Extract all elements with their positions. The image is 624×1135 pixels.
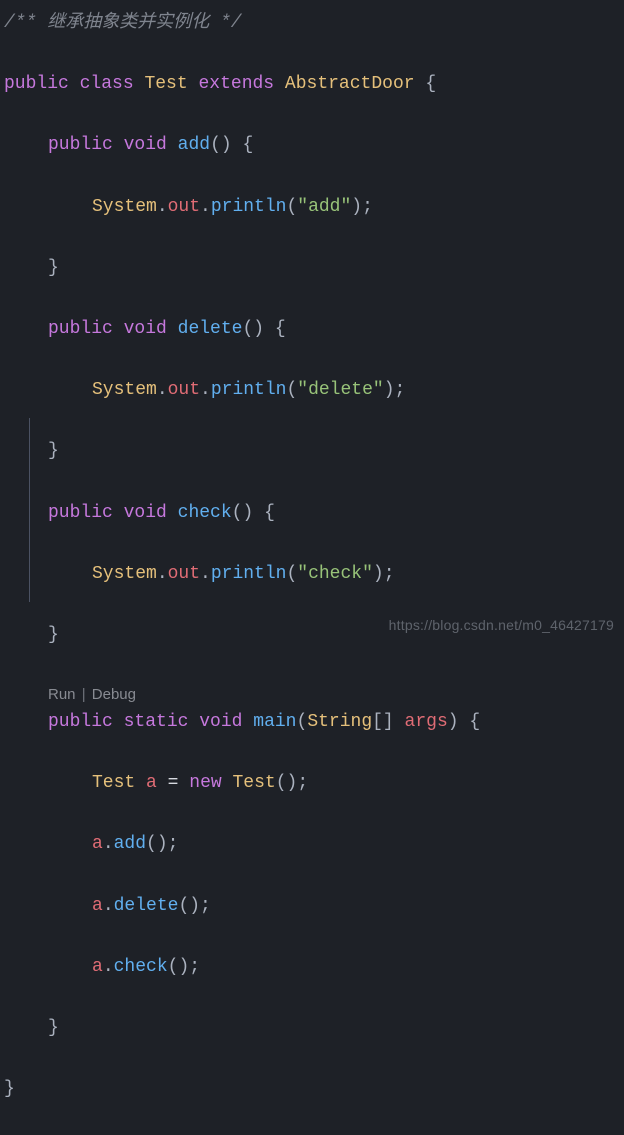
brace: { bbox=[264, 503, 275, 523]
dot: . bbox=[157, 380, 168, 400]
type-test: Test bbox=[92, 773, 135, 793]
semicolon: ; bbox=[384, 564, 395, 584]
brace: { bbox=[242, 135, 253, 155]
watermark-text: https://blog.csdn.net/m0_46427179 bbox=[389, 614, 614, 638]
parens: () bbox=[178, 896, 200, 916]
kw-new: new bbox=[189, 773, 221, 793]
string-literal: "add" bbox=[297, 197, 351, 217]
kw-extends: extends bbox=[198, 74, 274, 94]
codelens-debug[interactable]: Debug bbox=[92, 686, 136, 703]
method-check: check bbox=[178, 503, 232, 523]
method-println: println bbox=[211, 564, 287, 584]
kw-public: public bbox=[48, 712, 113, 732]
method-main: main bbox=[253, 712, 296, 732]
kw-void: void bbox=[124, 319, 167, 339]
dot: . bbox=[103, 957, 114, 977]
ident-system: System bbox=[92, 564, 157, 584]
brace: { bbox=[425, 74, 436, 94]
var-a: a bbox=[92, 957, 103, 977]
comment-line: /** 继承抽象类并实例化 */ bbox=[4, 13, 242, 33]
brace: { bbox=[275, 319, 286, 339]
brace: } bbox=[48, 1018, 59, 1038]
parens: () bbox=[210, 135, 232, 155]
paren: ) bbox=[448, 712, 459, 732]
indent-guide bbox=[29, 418, 30, 602]
param-args: args bbox=[405, 712, 448, 732]
paren: ( bbox=[297, 712, 308, 732]
paren: ( bbox=[286, 197, 297, 217]
dot: . bbox=[200, 380, 211, 400]
ident-system: System bbox=[92, 380, 157, 400]
var-a: a bbox=[92, 896, 103, 916]
semicolon: ; bbox=[189, 957, 200, 977]
ident-out: out bbox=[168, 197, 200, 217]
kw-class: class bbox=[80, 74, 134, 94]
kw-void: void bbox=[199, 712, 242, 732]
parens: () bbox=[276, 773, 298, 793]
code-block-main: public static void main(String[] args) {… bbox=[4, 707, 620, 1135]
codelens-separator: | bbox=[82, 686, 86, 703]
string-literal: "check" bbox=[297, 564, 373, 584]
ident-system: System bbox=[92, 197, 157, 217]
op-equals: = bbox=[168, 773, 179, 793]
codelens-run[interactable]: Run bbox=[48, 686, 76, 703]
method-println: println bbox=[211, 380, 287, 400]
parens: () bbox=[146, 834, 168, 854]
brace: { bbox=[469, 712, 480, 732]
kw-public: public bbox=[48, 319, 113, 339]
dot: . bbox=[200, 564, 211, 584]
kw-void: void bbox=[124, 503, 167, 523]
call-check: check bbox=[114, 957, 168, 977]
ctor-test: Test bbox=[233, 773, 276, 793]
kw-public: public bbox=[48, 135, 113, 155]
method-println: println bbox=[211, 197, 287, 217]
brace: } bbox=[4, 1079, 15, 1099]
parens: () bbox=[168, 957, 190, 977]
brace: } bbox=[48, 625, 59, 645]
class-name-test: Test bbox=[144, 74, 187, 94]
dot: . bbox=[103, 834, 114, 854]
kw-static: static bbox=[124, 712, 189, 732]
call-add: add bbox=[114, 834, 146, 854]
semicolon: ; bbox=[297, 773, 308, 793]
dot: . bbox=[200, 197, 211, 217]
call-delete: delete bbox=[114, 896, 179, 916]
semicolon: ; bbox=[200, 896, 211, 916]
semicolon: ; bbox=[168, 834, 179, 854]
parens: () bbox=[232, 503, 254, 523]
dot: . bbox=[103, 896, 114, 916]
ident-out: out bbox=[168, 564, 200, 584]
code-block: /** 继承抽象类并实例化 */ public class Test exten… bbox=[4, 8, 620, 681]
codelens-row: Run | Debug bbox=[4, 683, 620, 707]
brackets: [] bbox=[372, 712, 394, 732]
var-a: a bbox=[146, 773, 157, 793]
paren: ( bbox=[286, 380, 297, 400]
paren: ) bbox=[384, 380, 395, 400]
brace: } bbox=[48, 441, 59, 461]
ident-out: out bbox=[168, 380, 200, 400]
dot: . bbox=[157, 564, 168, 584]
parens: () bbox=[242, 319, 264, 339]
semicolon: ; bbox=[362, 197, 373, 217]
method-add: add bbox=[178, 135, 210, 155]
dot: . bbox=[157, 197, 168, 217]
paren: ( bbox=[286, 564, 297, 584]
paren: ) bbox=[351, 197, 362, 217]
kw-public: public bbox=[4, 74, 69, 94]
var-a: a bbox=[92, 834, 103, 854]
semicolon: ; bbox=[395, 380, 406, 400]
string-literal: "delete" bbox=[297, 380, 383, 400]
kw-void: void bbox=[124, 135, 167, 155]
kw-public: public bbox=[48, 503, 113, 523]
method-delete: delete bbox=[178, 319, 243, 339]
class-name-parent: AbstractDoor bbox=[285, 74, 415, 94]
type-string: String bbox=[307, 712, 372, 732]
paren: ) bbox=[373, 564, 384, 584]
brace: } bbox=[48, 258, 59, 278]
